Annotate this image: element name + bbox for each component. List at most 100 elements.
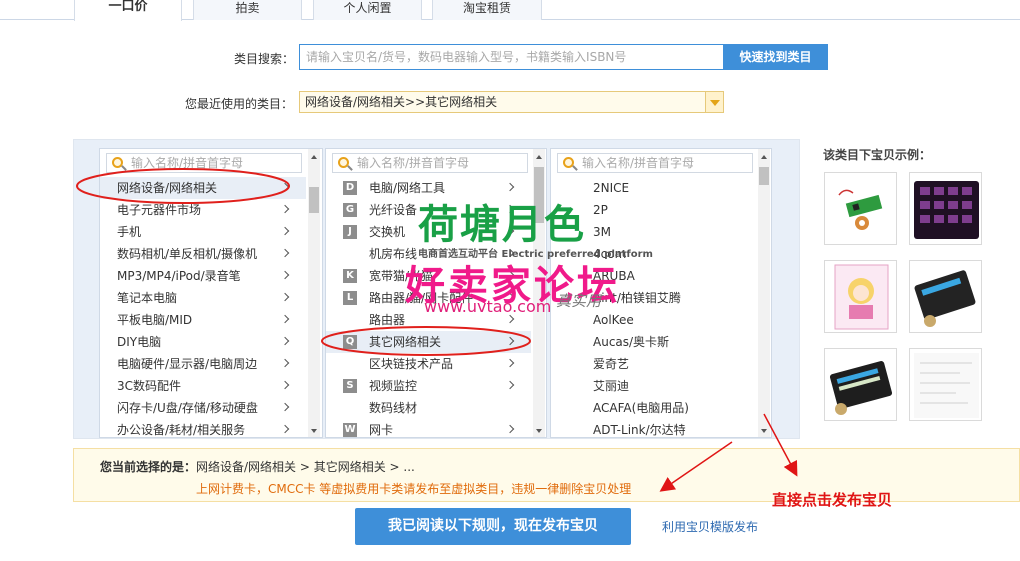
- category-search-label: 类目搜索：: [234, 52, 295, 66]
- circuit-board-icon: [838, 189, 883, 230]
- brand-scrollbar[interactable]: [758, 149, 770, 437]
- level1-category-item[interactable]: 3C数码配件: [100, 375, 306, 397]
- level1-category-item-label: 办公设备/耗材/相关服务: [117, 423, 246, 437]
- scroll-thumb[interactable]: [759, 167, 769, 185]
- level2-category-item-label: 视频监控: [369, 379, 418, 393]
- brand-filter-input[interactable]: 输入名称/拼音首字母: [557, 153, 753, 173]
- index-letter-badge: L: [343, 291, 357, 305]
- scroll-up-icon[interactable]: [311, 155, 317, 159]
- current-selection-path: 网络设备/网络相关 > 其它网络相关 > ...: [196, 460, 415, 474]
- tab-taobao-rental[interactable]: 淘宝租赁: [432, 0, 542, 20]
- brand-item[interactable]: Aucas/奥卡斯: [551, 331, 756, 353]
- level1-category-item-label: MP3/MP4/iPod/录音笔: [117, 269, 241, 283]
- example-image-6: [909, 348, 982, 421]
- level1-category-item[interactable]: MP3/MP4/iPod/录音笔: [100, 265, 306, 287]
- brand-item[interactable]: 爱奇艺: [551, 353, 756, 375]
- level2-category-item[interactable]: S 视频监控: [326, 375, 531, 397]
- card-holder-icon: [829, 361, 893, 415]
- tab-personal-idle[interactable]: 个人闲置: [313, 0, 422, 20]
- index-letter-badge: J: [343, 225, 357, 239]
- template-publish-link[interactable]: 利用宝贝模版发布: [662, 518, 758, 535]
- scroll-down-icon[interactable]: [311, 429, 317, 433]
- annotation-arrows: [659, 413, 798, 492]
- level1-category-item[interactable]: 笔记本电脑: [100, 287, 306, 309]
- level1-category-item-label: DIY电脑: [117, 335, 162, 349]
- level1-category-item[interactable]: 电脑硬件/显示器/电脑周边: [100, 353, 306, 375]
- tab-fixed-price[interactable]: 一口价: [74, 0, 182, 21]
- level1-category-item[interactable]: 办公设备/耗材/相关服务: [100, 419, 306, 437]
- level2-category-item-label: 数码线材: [369, 401, 418, 415]
- brand-item-label: 2NICE: [593, 181, 630, 195]
- scroll-down-icon[interactable]: [536, 429, 542, 433]
- highlight-circle-level1: [76, 168, 290, 204]
- tab-auction[interactable]: 拍卖: [193, 0, 302, 20]
- virtual-card-warning: 上网计费卡，CMCC卡 等虚拟费用卡类请发布至虚拟类目，违规一律删除宝贝处理: [196, 482, 632, 496]
- chevron-down-icon[interactable]: [705, 92, 723, 112]
- chevron-right-icon: [280, 226, 290, 236]
- level1-category-item[interactable]: 手机: [100, 221, 306, 243]
- example-image-2: [909, 172, 982, 245]
- index-letter-badge: S: [343, 379, 357, 393]
- scroll-up-icon[interactable]: [536, 155, 542, 159]
- index-letter-badge: W: [343, 423, 357, 437]
- level1-category-item-label: 手机: [117, 225, 142, 239]
- level1-scrollbar[interactable]: [308, 149, 320, 437]
- chevron-right-icon: [280, 380, 290, 390]
- level2-category-item-label: 光纤设备: [369, 203, 418, 217]
- quick-find-category-button[interactable]: 快速找到类目: [723, 44, 828, 70]
- example-image-1: [824, 172, 897, 245]
- brand-item-label: 爱奇艺: [593, 357, 630, 371]
- level1-category-item-label: 平板电脑/MID: [117, 313, 193, 327]
- chevron-right-icon: [280, 424, 290, 434]
- level1-category-item[interactable]: 数码相机/单反相机/摄像机: [100, 243, 306, 265]
- brand-item-label: Aucas/奥卡斯: [593, 335, 670, 349]
- search-icon: [563, 157, 574, 168]
- index-letter-badge: K: [343, 269, 357, 283]
- watermark-url: www.uvtao.com: [424, 297, 552, 316]
- cartoon-card-icon: [834, 264, 889, 330]
- watermark-stamp: 真实用: [556, 292, 602, 310]
- chevron-right-icon: [505, 380, 515, 390]
- chevron-right-icon: [280, 248, 290, 258]
- level2-filter-input[interactable]: 输入名称/拼音首字母: [332, 153, 528, 173]
- level1-category-item-label: 闪存卡/U盘/存储/移动硬盘: [117, 401, 258, 415]
- chevron-right-icon: [280, 292, 290, 302]
- brand-item-label: 艾丽迪: [593, 379, 630, 393]
- watermark-logo-text: 荷塘月色: [418, 202, 586, 248]
- level1-category-item-label: 电脑硬件/显示器/电脑周边: [117, 357, 258, 371]
- chevron-right-icon: [280, 204, 290, 214]
- chevron-right-icon: [280, 314, 290, 324]
- publish-type-tabs: 一口价 拍卖 个人闲置 淘宝租赁: [0, 0, 1020, 21]
- annotation-text: 直接点击发布宝贝: [772, 491, 893, 509]
- recent-category-value: 网络设备/网络相关>>其它网络相关: [305, 95, 498, 109]
- brand-item-label: 2P: [593, 203, 608, 217]
- publish-button[interactable]: 我已阅读以下规则，现在发布宝贝: [355, 508, 631, 545]
- chevron-right-icon: [505, 424, 515, 434]
- level1-category-item[interactable]: DIY电脑: [100, 331, 306, 353]
- level2-category-item[interactable]: W 网卡: [326, 419, 531, 437]
- brand-item-label: 3M: [593, 225, 611, 239]
- keypad-panel-icon: [914, 181, 979, 239]
- examples-title: 该类目下宝贝示例：: [823, 148, 932, 162]
- example-image-3: [824, 260, 897, 333]
- level1-category-item[interactable]: 平板电脑/MID: [100, 309, 306, 331]
- chevron-right-icon: [505, 182, 515, 192]
- level1-category-item-label: 3C数码配件: [117, 379, 182, 393]
- highlight-circle-level2: [321, 326, 531, 356]
- current-selection-label: 您当前选择的是：: [100, 460, 197, 474]
- level2-category-item-label: 交换机: [369, 225, 406, 239]
- category-search-input[interactable]: 请输入宝贝名/货号，数码电器输入型号，书籍类输入ISBN号: [299, 44, 724, 70]
- chevron-right-icon: [505, 358, 515, 368]
- example-image-4: [909, 260, 982, 333]
- recent-category-select[interactable]: 网络设备/网络相关>>其它网络相关: [299, 91, 724, 113]
- brand-item-label: AolKee: [593, 313, 634, 327]
- scroll-up-icon[interactable]: [761, 155, 767, 159]
- chevron-right-icon: [280, 358, 290, 368]
- recent-category-label: 您最近使用的类目：: [185, 97, 294, 111]
- level2-category-item[interactable]: 数码线材: [326, 397, 531, 419]
- index-letter-badge: D: [343, 181, 357, 195]
- brand-item[interactable]: AolKee: [551, 309, 756, 331]
- brand-item[interactable]: 艾丽迪: [551, 375, 756, 397]
- scroll-thumb[interactable]: [309, 187, 319, 213]
- level1-category-item[interactable]: 闪存卡/U盘/存储/移动硬盘: [100, 397, 306, 419]
